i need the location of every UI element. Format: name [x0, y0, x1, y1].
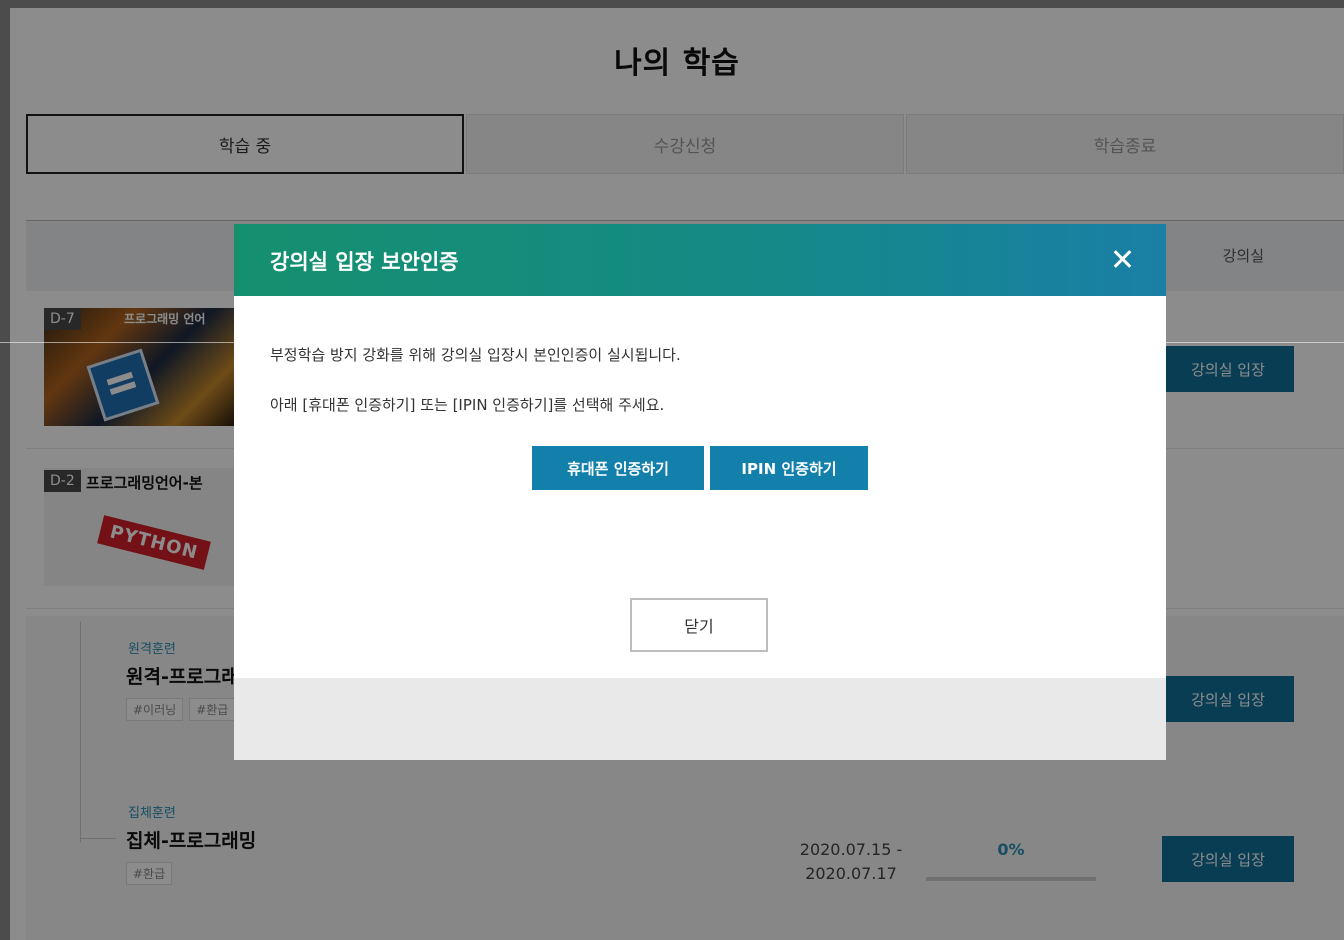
dialog-footer [234, 678, 1166, 760]
dialog-instruction: 아래 [휴대폰 인증하기] 또는 [IPIN 인증하기]를 선택해 주세요. [270, 396, 665, 414]
dialog-message: 부정학습 방지 강화를 위해 강의실 입장시 본인인증이 실시됩니다. [270, 346, 681, 364]
dialog-header: 강의실 입장 보안인증 [234, 224, 1166, 296]
close-icon[interactable] [1108, 246, 1136, 274]
dialog-title: 강의실 입장 보안인증 [270, 250, 459, 274]
close-button[interactable]: 닫기 [630, 598, 768, 652]
phone-auth-button[interactable]: 휴대폰 인증하기 [532, 446, 704, 490]
ipin-auth-button[interactable]: IPIN 인증하기 [710, 446, 868, 490]
security-auth-dialog: 강의실 입장 보안인증 부정학습 방지 강화를 위해 강의실 입장시 본인인증이… [234, 224, 1166, 760]
